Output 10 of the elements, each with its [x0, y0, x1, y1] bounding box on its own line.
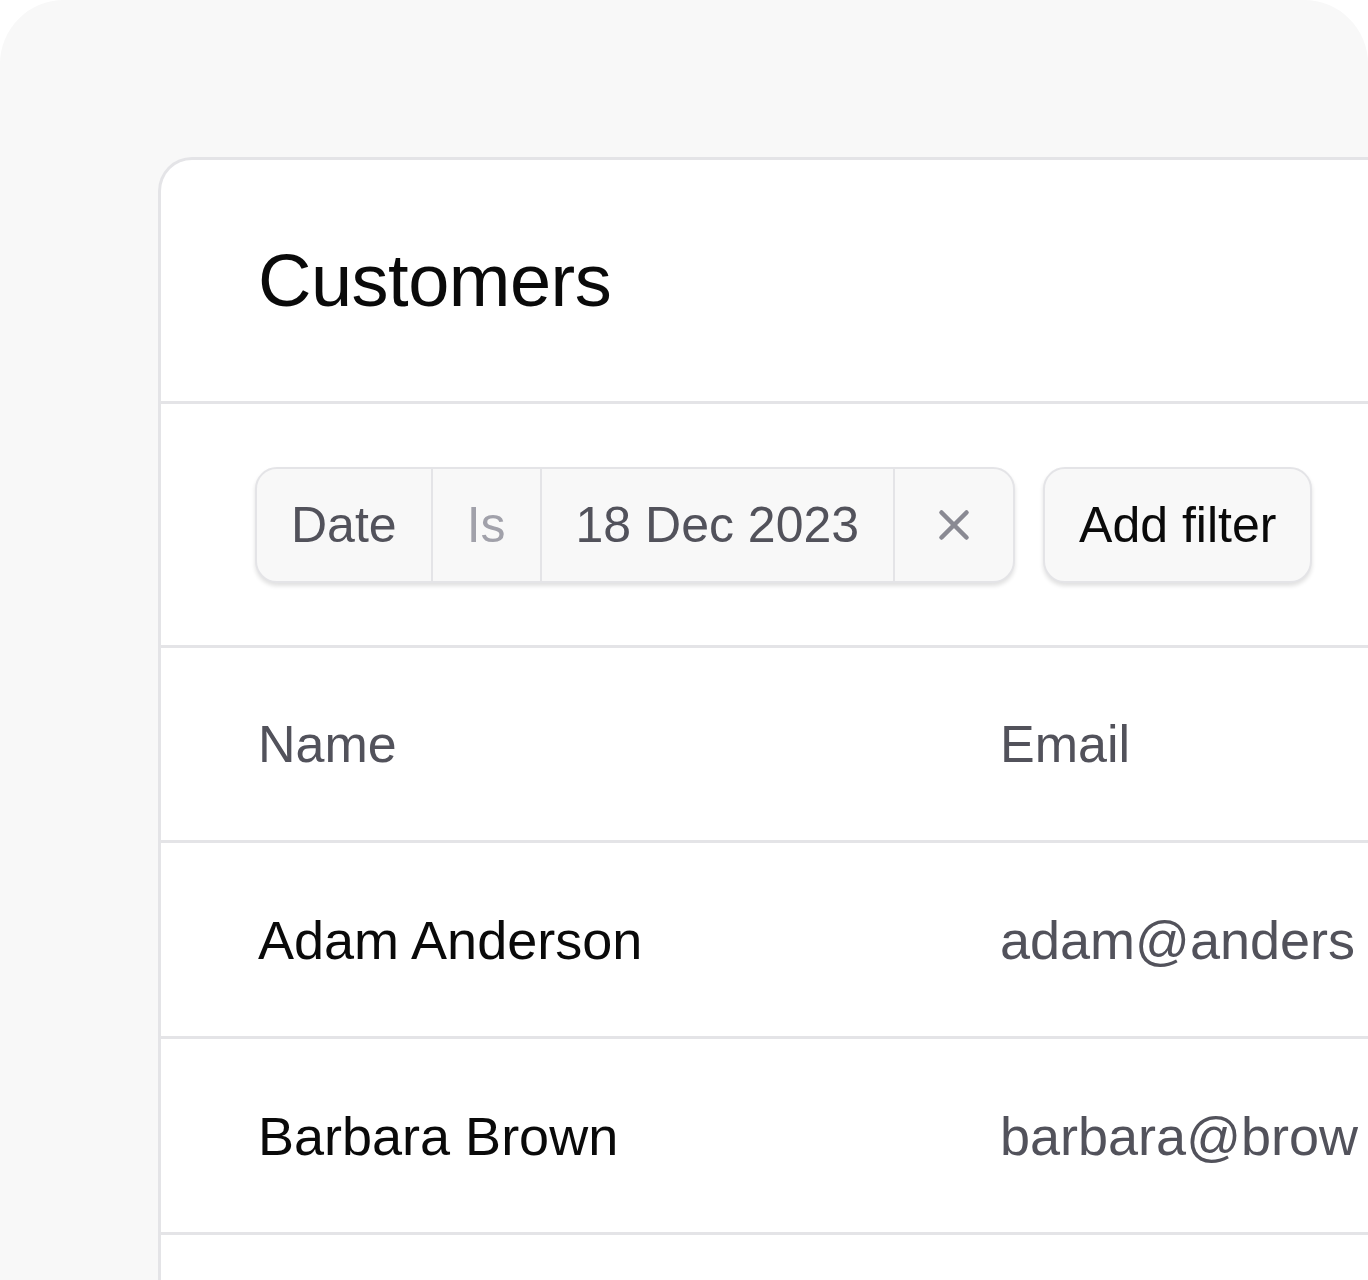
- table-cell-text: barbara@brow: [1000, 1104, 1359, 1167]
- filter-value[interactable]: 18 Dec 2023: [539, 468, 894, 581]
- column-header: Email: [1000, 714, 1132, 774]
- filter-field[interactable]: Date: [257, 468, 431, 581]
- column-header: Name: [258, 714, 398, 774]
- add-filter-button[interactable]: Add filter: [1043, 466, 1313, 583]
- table-cell-text: adam@anders: [1000, 908, 1356, 971]
- table-cell-text: Barbara Brown: [258, 1104, 620, 1167]
- page-title: Customers: [258, 238, 612, 323]
- table-cell-text: Adam Anderson: [258, 908, 644, 971]
